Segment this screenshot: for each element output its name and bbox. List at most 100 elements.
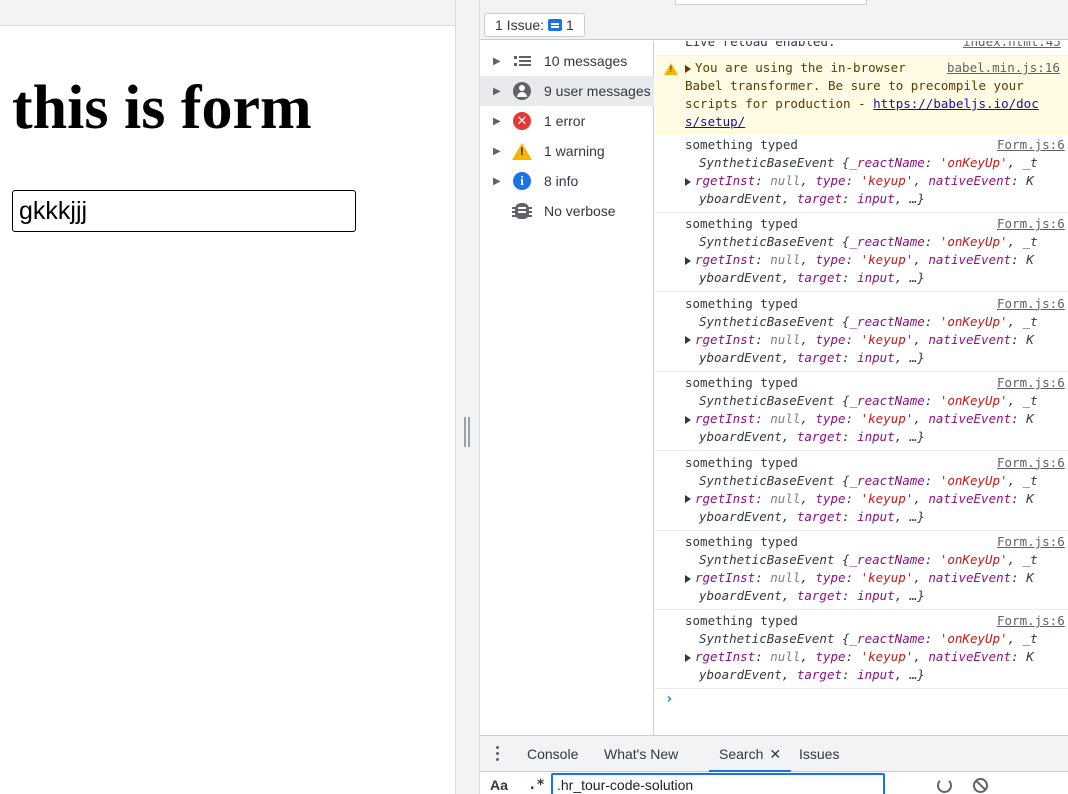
console-toolbar: 1 Issue: 1 bbox=[480, 0, 1068, 40]
log-entry: something typed Form.js:6 SyntheticBaseEve… bbox=[655, 212, 1068, 293]
log-entry: something typed Form.js:6 SyntheticBaseEve… bbox=[655, 133, 1068, 213]
regex-toggle[interactable]: .* bbox=[528, 777, 545, 793]
event-object-line: yboardEvent, target: input, …} bbox=[699, 191, 925, 206]
log-entry: something typed Form.js:6 SyntheticBaseEve… bbox=[655, 451, 1068, 531]
expand-triangle-icon[interactable]: ▶ bbox=[493, 176, 513, 187]
expand-triangle-icon[interactable] bbox=[685, 495, 691, 504]
event-object-line: rgetInst: null, type: 'keyup', nativeEve… bbox=[685, 331, 1034, 349]
babel-warning-message: ! You are using the in-browser babel.min… bbox=[655, 55, 1068, 133]
warning-source-link[interactable]: babel.min.js:16 bbox=[947, 59, 1060, 77]
log-entry: something typed Form.js:6 SyntheticBaseEve… bbox=[655, 292, 1068, 372]
expand-triangle-icon[interactable] bbox=[685, 574, 691, 583]
form-text-input[interactable] bbox=[12, 190, 356, 232]
sidebar-item-verbose[interactable]: No verbose bbox=[480, 196, 654, 226]
warning-line-3: scripts for production - bbox=[685, 96, 874, 111]
log-message: something typed bbox=[685, 375, 798, 391]
console-prompt-caret-icon[interactable]: › bbox=[665, 691, 673, 707]
sidebar-item-label: 1 error bbox=[544, 113, 586, 129]
event-object-line: SyntheticBaseEvent {_reactName: 'onKeyUp… bbox=[699, 393, 1038, 409]
log-source-link[interactable]: Form.js:6 bbox=[997, 612, 1065, 630]
sidebar-item-label: 10 messages bbox=[544, 53, 628, 69]
log-source-link[interactable]: Form.js:6 bbox=[997, 295, 1065, 313]
sidebar-item-messages[interactable]: ▶ 10 messages bbox=[480, 46, 654, 76]
splitter-grip-icon[interactable] bbox=[464, 417, 470, 447]
search-input[interactable] bbox=[551, 773, 885, 794]
sidebar-item-user-messages[interactable]: ▶ 9 user messages bbox=[480, 76, 654, 106]
event-object-line: rgetInst: null, type: 'keyup', nativeEve… bbox=[685, 490, 1034, 508]
refresh-icon[interactable] bbox=[937, 778, 952, 793]
bug-icon bbox=[512, 202, 532, 220]
expand-triangle-icon[interactable] bbox=[685, 653, 691, 662]
error-icon: ✕ bbox=[513, 112, 531, 130]
event-object-line: SyntheticBaseEvent {_reactName: 'onKeyUp… bbox=[699, 313, 1038, 329]
expand-triangle-icon[interactable] bbox=[685, 256, 691, 265]
toolbar-icons-cropped bbox=[490, 0, 650, 3]
event-object-line: yboardEvent, target: input, …} bbox=[699, 270, 925, 286]
event-object-line: SyntheticBaseEvent {_reactName: 'onKeyUp… bbox=[699, 234, 1038, 250]
babel-setup-link-continued[interactable]: s/setup/ bbox=[685, 113, 745, 131]
viewport-top-strip bbox=[0, 0, 455, 26]
expand-triangle-icon[interactable] bbox=[685, 336, 691, 345]
expand-triangle-icon[interactable]: ▶ bbox=[493, 56, 513, 67]
event-object-line: rgetInst: null, type: 'keyup', nativeEve… bbox=[685, 569, 1034, 587]
babel-setup-link[interactable]: https://babeljs.io/doc bbox=[873, 96, 1039, 111]
sidebar-item-label: 1 warning bbox=[544, 143, 605, 159]
warning-icon: ! bbox=[664, 63, 678, 75]
log-source-link[interactable]: Form.js:6 bbox=[997, 454, 1065, 472]
warning-icon: ! bbox=[512, 142, 532, 160]
log-message: something typed bbox=[685, 613, 798, 629]
event-object-line: SyntheticBaseEvent {_reactName: 'onKeyUp… bbox=[699, 472, 1038, 488]
expand-triangle-icon[interactable]: ▶ bbox=[493, 86, 513, 97]
event-object-line: yboardEvent, target: input, …} bbox=[699, 667, 925, 683]
issues-label: 1 Issue: bbox=[495, 17, 545, 33]
log-message: something typed bbox=[685, 295, 798, 311]
event-object-line: SyntheticBaseEvent {_reactName: 'onKeyUp… bbox=[699, 631, 1038, 647]
tab-issues[interactable]: Issues bbox=[799, 736, 839, 772]
event-object-line: rgetInst: null, type: 'keyup', nativeEve… bbox=[685, 648, 1034, 666]
page-viewport: this is form bbox=[0, 0, 455, 794]
expand-triangle-icon[interactable]: ▶ bbox=[493, 116, 513, 127]
log-source-link[interactable]: Form.js:6 bbox=[997, 374, 1065, 392]
log-message: something typed bbox=[685, 534, 798, 549]
issue-message-icon bbox=[548, 19, 563, 31]
info-icon: i bbox=[513, 172, 531, 190]
sidebar-item-label: 8 info bbox=[544, 173, 579, 189]
console-sidebar: ▶ 10 messages ▶ 9 user messages ▶ ✕ 1 er… bbox=[480, 41, 654, 735]
issues-button[interactable]: 1 Issue: 1 bbox=[484, 13, 585, 37]
user-icon bbox=[513, 82, 531, 100]
drawer-tabbar: Console What's New Search ✕ Issues bbox=[480, 735, 1068, 772]
log-message: something typed bbox=[685, 137, 798, 152]
tab-console[interactable]: Console bbox=[527, 736, 578, 772]
tab-whats-new[interactable]: What's New bbox=[604, 736, 678, 772]
tab-search[interactable]: Search ✕ bbox=[709, 736, 792, 772]
event-object-line: rgetInst: null, type: 'keyup', nativeEve… bbox=[685, 172, 1034, 190]
issues-count: 1 bbox=[566, 17, 574, 33]
log-source-link[interactable]: Form.js:6 bbox=[997, 215, 1065, 233]
close-icon[interactable]: ✕ bbox=[769, 746, 781, 762]
filter-field-cropped[interactable] bbox=[675, 0, 867, 5]
event-object-line: yboardEvent, target: input, …} bbox=[699, 429, 925, 445]
expand-triangle-icon[interactable] bbox=[685, 415, 691, 424]
event-object-line: yboardEvent, target: input, …} bbox=[699, 508, 925, 524]
sidebar-item-info[interactable]: ▶ i 8 info bbox=[480, 166, 654, 196]
drawer-menu-icon[interactable] bbox=[496, 746, 500, 764]
expand-triangle-icon[interactable] bbox=[685, 64, 691, 73]
log-message: something typed bbox=[685, 454, 798, 470]
match-case-toggle[interactable]: Aa bbox=[490, 777, 508, 793]
sidebar-item-errors[interactable]: ▶ ✕ 1 error bbox=[480, 106, 654, 136]
list-icon bbox=[513, 52, 531, 70]
expand-triangle-icon[interactable] bbox=[685, 177, 691, 186]
event-object-line: SyntheticBaseEvent {_reactName: 'onKeyUp… bbox=[699, 552, 1038, 567]
tab-search-label: Search bbox=[719, 746, 764, 762]
sidebar-item-warnings[interactable]: ▶ ! 1 warning bbox=[480, 136, 654, 166]
event-object-line: rgetInst: null, type: 'keyup', nativeEve… bbox=[685, 410, 1034, 428]
live-reload-source-link[interactable]: index.html:45 bbox=[963, 41, 1061, 51]
expand-triangle-icon[interactable]: ▶ bbox=[493, 146, 513, 157]
log-source-link[interactable]: Form.js:6 bbox=[997, 136, 1065, 154]
event-object-line: yboardEvent, target: input, …} bbox=[699, 349, 925, 365]
log-source-link[interactable]: Form.js:6 bbox=[997, 533, 1065, 551]
devtools-splitter[interactable] bbox=[455, 0, 480, 794]
clear-icon[interactable] bbox=[973, 778, 988, 793]
log-entry: something typed Form.js:6 SyntheticBaseEve… bbox=[655, 371, 1068, 452]
sidebar-item-label: 9 user messages bbox=[544, 83, 651, 99]
